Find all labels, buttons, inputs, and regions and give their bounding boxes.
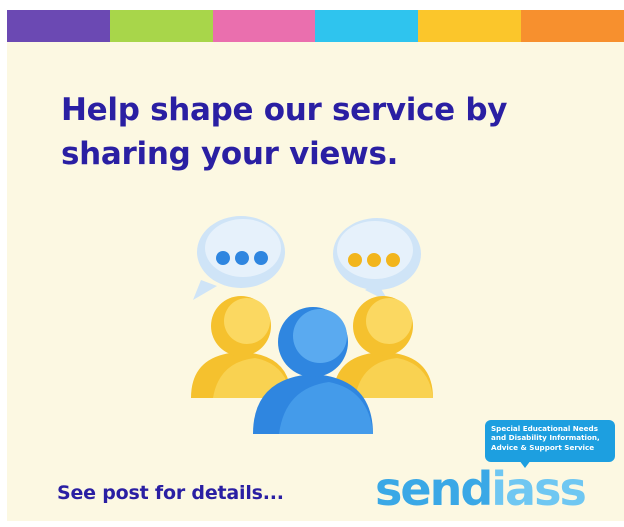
feedback-card: Help shape our service by sharing your v… <box>7 10 624 521</box>
stripe-green <box>109 10 213 42</box>
logo-tagline-line-3: Advice & Support Service <box>491 442 595 452</box>
sendiass-logo: Special Educational Needs and Disability… <box>369 420 619 520</box>
person-yellow-left-icon <box>191 296 291 398</box>
group-discussion-illustration <box>191 216 433 434</box>
person-yellow-right-icon <box>333 296 433 398</box>
stripe-purple <box>7 10 110 42</box>
logo-tagline-line-2: and Disability Information, <box>491 433 600 443</box>
stripe-cyan <box>315 10 419 42</box>
color-stripe <box>7 10 624 42</box>
stripe-orange <box>521 10 624 42</box>
logo-word-iass: iass <box>491 462 587 516</box>
stripe-yellow <box>418 10 522 42</box>
headline-line-2: sharing your views. <box>61 136 399 172</box>
speech-bubble-blue-dots-icon <box>193 216 285 300</box>
logo-word-send: send <box>375 462 493 516</box>
see-post-text: See post for details... <box>57 482 284 504</box>
headline-line-1: Help shape our service by <box>61 92 508 128</box>
logo-tagline-bubble: Special Educational Needs and Disability… <box>485 420 615 462</box>
headline: Help shape our service by sharing your v… <box>61 88 581 176</box>
stripe-pink <box>212 10 316 42</box>
logo-tagline-line-1: Special Educational Needs <box>491 424 598 433</box>
speech-bubble-yellow-dots-icon <box>333 218 421 302</box>
logo-wordmark: sendiass <box>375 462 587 516</box>
